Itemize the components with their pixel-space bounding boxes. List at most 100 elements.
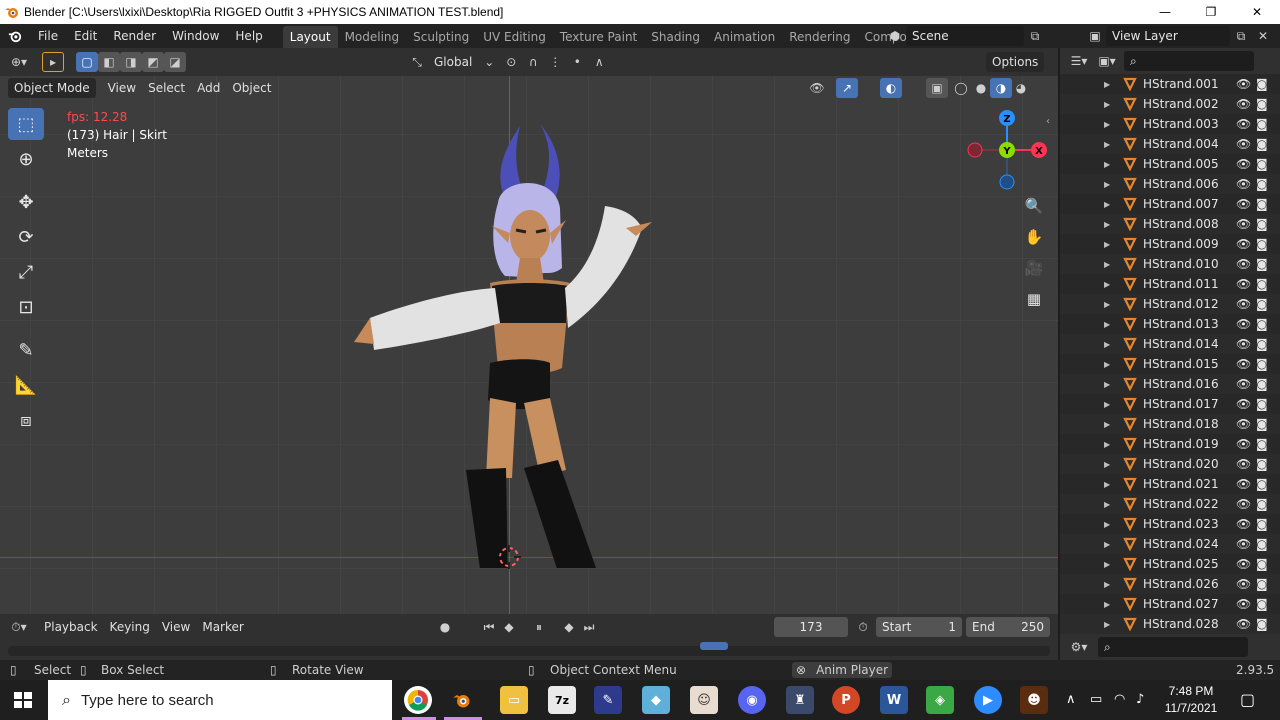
xray-toggle-icon[interactable]: ▣ [926,78,948,98]
camera-icon[interactable]: ◙ [1256,597,1268,611]
cancel-job-icon[interactable]: ⊗ [796,662,806,678]
eye-icon[interactable]: 👁 [1236,217,1251,231]
menu-window[interactable]: Window [164,24,227,48]
jump-keyframe-back-icon[interactable]: ◆ [498,617,520,637]
expand-arrow-icon[interactable]: ▶ [1104,420,1110,429]
select-mode-intersect-icon[interactable]: ◪ [164,52,186,72]
outliner-search-field[interactable]: ⌕ [1124,51,1254,71]
menu-render[interactable]: Render [105,24,164,48]
outliner-item[interactable]: ▶ HStrand.018 👁 ◙ [1060,414,1280,434]
scene-selector[interactable]: ⬢ Scene ⧉ [884,26,1056,46]
expand-arrow-icon[interactable]: ▶ [1104,240,1110,249]
camera-icon[interactable]: ◙ [1256,257,1268,271]
windows-start-icon[interactable] [14,692,32,708]
outliner-item[interactable]: ▶ HStrand.012 👁 ◙ [1060,294,1280,314]
properties-search-field[interactable]: ⌕ [1098,637,1248,657]
expand-arrow-icon[interactable]: ▶ [1104,140,1110,149]
camera-icon[interactable]: ◙ [1256,77,1268,91]
eye-icon[interactable]: 👁 [1236,237,1251,251]
camera-icon[interactable]: ◙ [1256,437,1268,451]
expand-arrow-icon[interactable]: ▶ [1104,300,1110,309]
camera-icon[interactable]: ◙ [1256,577,1268,591]
expand-arrow-icon[interactable]: ▶ [1104,180,1110,189]
expand-arrow-icon[interactable]: ▶ [1104,440,1110,449]
taskbar-search[interactable]: ⌕ Type here to search [48,680,392,720]
3d-viewport[interactable]: ⊕▾ ▸ ▢ ◧ ◨ ◩ ◪ ⤡ Global ⌄ ⊙ ∩ ⋮ • ∧ Opti… [0,48,1058,614]
camera-icon[interactable]: ◙ [1256,337,1268,351]
outliner-item[interactable]: ▶ HStrand.001 👁 ◙ [1060,74,1280,94]
photo-editor-icon[interactable]: ✎ [594,686,622,714]
pivot-point-icon[interactable]: ⊙ [500,52,522,72]
move-tool[interactable]: ✥ [8,186,44,218]
camera-icon[interactable]: ◙ [1256,457,1268,471]
expand-arrow-icon[interactable]: ▶ [1104,160,1110,169]
outliner-item[interactable]: ▶ HStrand.024 👁 ◙ [1060,534,1280,554]
eye-icon[interactable]: 👁 [1236,517,1251,531]
camera-icon[interactable]: ◙ [1256,237,1268,251]
overlay-toggle-icon[interactable]: ◐ [880,78,902,98]
outliner-item[interactable]: ▶ HStrand.008 👁 ◙ [1060,214,1280,234]
camera-icon[interactable]: ◙ [1256,357,1268,371]
playhead[interactable] [700,642,728,650]
eye-icon[interactable]: 👁 [1236,457,1251,471]
timeline-editor-icon[interactable]: ⏱▾ [8,617,30,637]
new-scene-icon[interactable]: ⧉ [1024,26,1046,46]
eye-icon[interactable]: 👁 [1236,137,1251,151]
eye-icon[interactable]: 👁 [1236,297,1251,311]
proportional-falloff-icon[interactable]: ∧ [588,52,610,72]
expand-arrow-icon[interactable]: ▶ [1104,620,1110,629]
scene-icon[interactable]: ⬢ [884,26,906,46]
maximize-button[interactable]: ❐ [1188,0,1234,24]
shading-rendered-icon[interactable]: ◕ [1010,78,1032,98]
display-mode-icon[interactable]: ▣▾ [1096,51,1118,71]
visibility-icon[interactable]: 👁 [806,78,828,98]
preview-range-icon[interactable]: ⏱ [852,617,874,637]
menu-marker[interactable]: Marker [196,617,249,637]
blender-taskbar-icon[interactable] [448,686,476,714]
discord-icon[interactable]: ◉ [738,686,766,714]
tab-rendering[interactable]: Rendering [782,26,857,48]
eye-icon[interactable]: 👁 [1236,417,1251,431]
camera-icon[interactable]: ◙ [1256,537,1268,551]
select-mode-subtract-icon[interactable]: ◨ [120,52,142,72]
camera-icon[interactable]: ◙ [1256,117,1268,131]
expand-arrow-icon[interactable]: ▶ [1104,540,1110,549]
menu-object[interactable]: Object [226,78,277,98]
tab-sculpting[interactable]: Sculpting [406,26,476,48]
shading-wireframe-icon[interactable]: ◯ [950,78,972,98]
outliner-item[interactable]: ▶ HStrand.025 👁 ◙ [1060,554,1280,574]
outliner-item[interactable]: ▶ HStrand.003 👁 ◙ [1060,114,1280,134]
eye-icon[interactable]: 👁 [1236,277,1251,291]
outliner-item[interactable]: ▶ HStrand.005 👁 ◙ [1060,154,1280,174]
expand-arrow-icon[interactable]: ▶ [1104,200,1110,209]
expand-arrow-icon[interactable]: ▶ [1104,560,1110,569]
tab-shading[interactable]: Shading [644,26,707,48]
outliner-item[interactable]: ▶ HStrand.015 👁 ◙ [1060,354,1280,374]
menu-select[interactable]: Select [142,78,191,98]
outliner-item[interactable]: ▶ HStrand.021 👁 ◙ [1060,474,1280,494]
camera-icon[interactable]: ◙ [1256,617,1268,631]
chrome-icon[interactable] [404,686,432,714]
select-mode-new-icon[interactable]: ▢ [76,52,98,72]
blender-menu-icon[interactable] [0,29,30,43]
new-view-layer-icon[interactable]: ⧉ [1230,26,1252,46]
select-box-tool[interactable]: ⬚ [8,108,44,140]
menu-view[interactable]: View [102,78,142,98]
jump-end-icon[interactable]: ⏭ [578,617,600,637]
menu-help[interactable]: Help [227,24,270,48]
remove-view-layer-icon[interactable]: ✕ [1252,26,1274,46]
word-icon[interactable]: W [880,686,908,714]
eye-icon[interactable]: 👁 [1236,377,1251,391]
transform-tool[interactable]: ⊡ [8,291,44,323]
tab-animation[interactable]: Animation [707,26,782,48]
navigation-gizmo[interactable]: Z Y X [962,108,1052,198]
file-explorer-icon[interactable]: ▭ [500,686,528,714]
eye-icon[interactable]: 👁 [1236,497,1251,511]
expand-arrow-icon[interactable]: ▶ [1104,360,1110,369]
7zip-icon[interactable]: 7z [548,686,576,714]
zoom-app-icon[interactable]: ▶ [974,686,1002,714]
pause-icon[interactable]: ⏸ [528,617,550,637]
tab-texture-paint[interactable]: Texture Paint [553,26,644,48]
select-mode-extend-icon[interactable]: ◧ [98,52,120,72]
outliner-item[interactable]: ▶ HStrand.010 👁 ◙ [1060,254,1280,274]
